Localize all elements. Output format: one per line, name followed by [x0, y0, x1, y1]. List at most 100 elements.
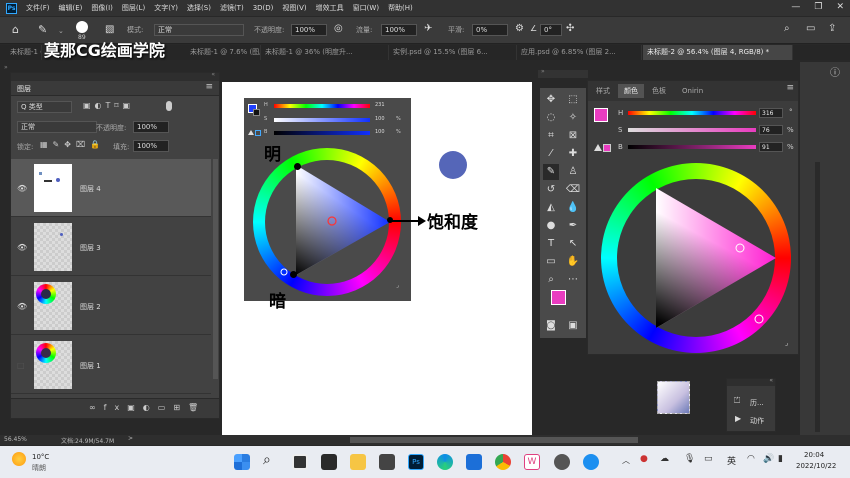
ring-picker-cursor[interactable] [754, 314, 764, 324]
layer-opacity-input[interactable]: 100% [133, 121, 169, 133]
workspace-icon[interactable]: ▭ [806, 23, 815, 34]
clock-time[interactable]: 20:04 [804, 451, 824, 459]
battery-icon[interactable]: ▮ [778, 454, 783, 464]
marquee-tool-icon[interactable]: ⬚ [565, 92, 581, 108]
history-icon[interactable]: ⏍ [734, 396, 740, 406]
visibility-eye-icon[interactable]: 👁 [17, 184, 27, 193]
task-view-icon[interactable] [292, 454, 308, 470]
tray-cloud-icon[interactable]: ☁ [660, 454, 669, 464]
volume-icon[interactable]: 🔊 [763, 454, 774, 464]
airbrush-icon[interactable]: ✈ [424, 23, 432, 34]
home-icon[interactable]: ⌂ [12, 23, 19, 36]
brush-tool-icon[interactable]: ✎ [543, 164, 559, 180]
eraser-tool-icon[interactable]: ⌫ [565, 182, 581, 198]
tray-network-icon[interactable]: ▭ [704, 454, 713, 464]
app-icon[interactable] [466, 454, 482, 470]
angle-input[interactable]: 0° [540, 24, 562, 36]
layer-row-4[interactable]: 👁 图层 4 [11, 159, 211, 217]
collapse-icon[interactable]: » [4, 64, 10, 72]
menu-image[interactable]: 图像(I) [91, 3, 113, 13]
tab-doc-4[interactable]: 实例.psd @ 15.5% (图层 6... [389, 45, 517, 60]
search-icon[interactable]: ⌕ [263, 452, 271, 468]
menu-type[interactable]: 文字(Y) [154, 3, 178, 13]
navigator-thumbnail[interactable] [657, 381, 690, 414]
layers-tab[interactable]: 图层 [17, 84, 31, 94]
rectangle-tool-icon[interactable]: ▭ [543, 254, 559, 270]
document-canvas[interactable]: H 231 S 100 % B 100 % ⌟ 明 暗 饱和度 [222, 82, 532, 435]
crop-tool-icon[interactable]: ⌗ [543, 128, 559, 144]
history-collapse-icon[interactable]: « [769, 377, 773, 384]
media-app-icon[interactable] [379, 454, 395, 470]
lasso-tool-icon[interactable]: ◌ [543, 110, 559, 126]
ime-indicator[interactable]: 英 [727, 454, 736, 467]
dropdown-chevron-icon[interactable]: ⌄ [58, 27, 64, 35]
zoom-level[interactable]: 56.45% [4, 436, 27, 443]
pen-tool-icon[interactable]: ✒ [565, 218, 581, 234]
layer-kind-filter[interactable]: Q 类型 [17, 101, 72, 113]
photoshop-taskbar-icon[interactable]: Ps [408, 454, 424, 470]
actions-label[interactable]: 动作 [750, 416, 764, 426]
pressure-opacity-icon[interactable]: ◎ [334, 23, 343, 34]
tab-doc-active[interactable]: 未标题-2 @ 56.4% (图层 4, RGB/8) * [643, 45, 793, 60]
layer-row-2[interactable]: 👁 图层 2 [11, 277, 211, 335]
eyedropper-tool-icon[interactable]: ⁄ [543, 146, 559, 162]
resize-corner-icon[interactable]: ⌟ [785, 339, 788, 347]
avatar-app-icon[interactable] [554, 454, 570, 470]
visibility-hidden-icon[interactable]: □ [17, 361, 25, 370]
foreground-color-swatch[interactable] [551, 290, 566, 305]
file-explorer-icon[interactable] [350, 454, 366, 470]
wps-app-icon[interactable]: W [524, 454, 540, 470]
tab-doc-3[interactable]: 未标题-1 @ 36% (明度升... [261, 45, 389, 60]
actions-play-icon[interactable]: ▶ [735, 414, 741, 423]
menu-view[interactable]: 视图(V) [282, 3, 306, 13]
symmetry-icon[interactable]: ✣ [566, 23, 574, 34]
move-tool-icon[interactable]: ✥ [543, 92, 559, 108]
toolbox-collapse-icon[interactable]: » [541, 68, 545, 75]
horizontal-scrollbar[interactable] [350, 437, 638, 443]
resize-icon[interactable]: ⌟ [396, 282, 399, 289]
menu-layer[interactable]: 图层(L) [122, 3, 145, 13]
menu-filter[interactable]: 滤镜(T) [220, 3, 244, 13]
weather-sun-icon[interactable] [12, 452, 26, 466]
chrome-browser-icon[interactable] [495, 454, 511, 470]
wifi-icon[interactable]: ◠ [747, 454, 755, 464]
visibility-eye-icon[interactable]: 👁 [17, 302, 27, 311]
menu-3d[interactable]: 3D(D) [253, 4, 274, 12]
unity-app-icon[interactable] [321, 454, 337, 470]
tray-qq-icon[interactable]: ● [640, 454, 648, 464]
clone-stamp-tool-icon[interactable]: ♙ [565, 164, 581, 180]
minimize-icon[interactable]: — [791, 2, 800, 12]
screen-mode-icon[interactable]: ▣ [565, 318, 581, 334]
panel-collapse-icon[interactable]: « [211, 71, 215, 78]
layer-filter-icons[interactable]: ▣◐T⌑▣ [83, 101, 134, 110]
panel-scrollbar[interactable] [815, 162, 820, 432]
paint-bucket-tool-icon[interactable]: ◭ [543, 200, 559, 216]
status-arrow-icon[interactable]: > [128, 435, 133, 442]
layer-actions-icons[interactable]: ∞fx▣◐▭⊞🗑 [89, 403, 206, 412]
search-icon[interactable]: ⌕ [784, 23, 790, 34]
brush-settings-icon[interactable]: ▧ [105, 24, 114, 35]
maximize-icon[interactable]: ❐ [814, 2, 822, 12]
hand-tool-icon[interactable]: ✋ [565, 254, 581, 270]
menu-help[interactable]: 帮助(H) [388, 3, 413, 13]
tab-doc-5[interactable]: 应用.psd @ 6.85% (图层 2... [517, 45, 642, 60]
blend-mode-select[interactable]: 正常 [17, 121, 97, 133]
visibility-eye-icon[interactable]: 👁 [17, 243, 27, 252]
lock-icons[interactable]: ▦✎✥⌧🔒 [40, 140, 105, 149]
history-label[interactable]: 历... [750, 398, 764, 408]
tray-microphone-icon[interactable]: 🎙 [684, 454, 695, 464]
share-icon[interactable]: ⇪ [828, 23, 836, 34]
fill-input[interactable]: 100% [133, 140, 169, 152]
windows-start-icon[interactable] [234, 454, 250, 470]
brush-preview-icon[interactable] [76, 21, 88, 33]
type-tool-icon[interactable]: T [543, 236, 559, 252]
history-brush-tool-icon[interactable]: ↺ [543, 182, 559, 198]
menu-select[interactable]: 选择(S) [187, 3, 211, 13]
blur-tool-icon[interactable]: 💧 [565, 200, 581, 216]
flow-input[interactable]: 100% [381, 24, 417, 36]
menu-plugins[interactable]: 增效工具 [316, 3, 344, 13]
tray-chevron-icon[interactable]: ︿ [622, 455, 630, 466]
smoothing-input[interactable]: 0% [472, 24, 508, 36]
opacity-input[interactable]: 100% [291, 24, 327, 36]
layer-row-3[interactable]: 👁 图层 3 [11, 218, 211, 276]
